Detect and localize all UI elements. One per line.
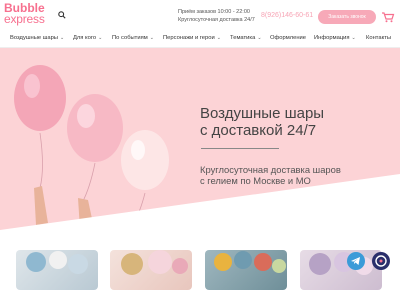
- chevron-down-icon: ⌄: [257, 35, 262, 41]
- logo[interactable]: Bubble express: [4, 2, 56, 26]
- nav-item-decoration[interactable]: Оформление: [270, 35, 306, 41]
- product-image: [309, 252, 373, 275]
- nav-item-events[interactable]: По событиям ⌄: [112, 35, 154, 41]
- product-cards: [0, 230, 400, 290]
- cart-icon[interactable]: [381, 10, 395, 24]
- product-image: [121, 250, 188, 275]
- hours-text: Приём заказов 10:00 - 22:00: [178, 9, 250, 15]
- nav-item-contacts[interactable]: Контакты: [366, 35, 391, 41]
- nav-item-info[interactable]: Информация ⌄: [314, 35, 356, 41]
- chevron-down-icon: ⌄: [98, 35, 103, 41]
- product-card[interactable]: [110, 250, 192, 290]
- call-button[interactable]: Заказать звонок: [318, 10, 376, 24]
- hero-title: Воздушные шары с доставкой 24/7: [200, 105, 325, 139]
- hero-divider: [201, 148, 279, 149]
- product-image: [214, 251, 286, 273]
- phone-link[interactable]: 8(926)146-60-61: [261, 12, 313, 19]
- chevron-down-icon: ⌄: [351, 35, 356, 41]
- product-card[interactable]: [16, 250, 98, 290]
- chevron-down-icon: ⌄: [149, 35, 154, 41]
- product-image: [26, 251, 88, 274]
- telegram-button[interactable]: [347, 252, 365, 270]
- nav-item-for-whom[interactable]: Для кого ⌄: [73, 35, 102, 41]
- main-nav: Воздушные шары ⌄ Для кого ⌄ По событиям ⌄ П…: [0, 30, 400, 48]
- nav-item-characters[interactable]: Персонажи и герои ⌄: [163, 35, 221, 41]
- hero-illustration: [0, 65, 400, 230]
- nav-item-themes[interactable]: Тематика ⌄: [230, 35, 262, 41]
- logo-line2: express: [4, 12, 45, 26]
- product-card[interactable]: [205, 250, 287, 290]
- header: Bubble express Приём заказов 10:00 - 22:…: [0, 0, 400, 30]
- hero-banner: [0, 48, 400, 230]
- chat-button[interactable]: [372, 252, 390, 270]
- product-card[interactable]: [300, 250, 382, 290]
- telegram-icon: [351, 257, 360, 265]
- chevron-down-icon: ⌄: [59, 35, 65, 41]
- nav-item-balloons[interactable]: Воздушные шары ⌄: [10, 35, 64, 41]
- hero-subtitle: Круглосуточная доставка шаров с гелием п…: [200, 164, 341, 186]
- header-info: Приём заказов 10:00 - 22:00 Круглосуточн…: [178, 8, 255, 24]
- search-icon[interactable]: [58, 11, 66, 19]
- delivery-text: Круглосуточная доставка 24/7: [178, 17, 255, 23]
- chevron-down-icon: ⌄: [216, 35, 221, 41]
- chat-icon: [375, 255, 387, 267]
